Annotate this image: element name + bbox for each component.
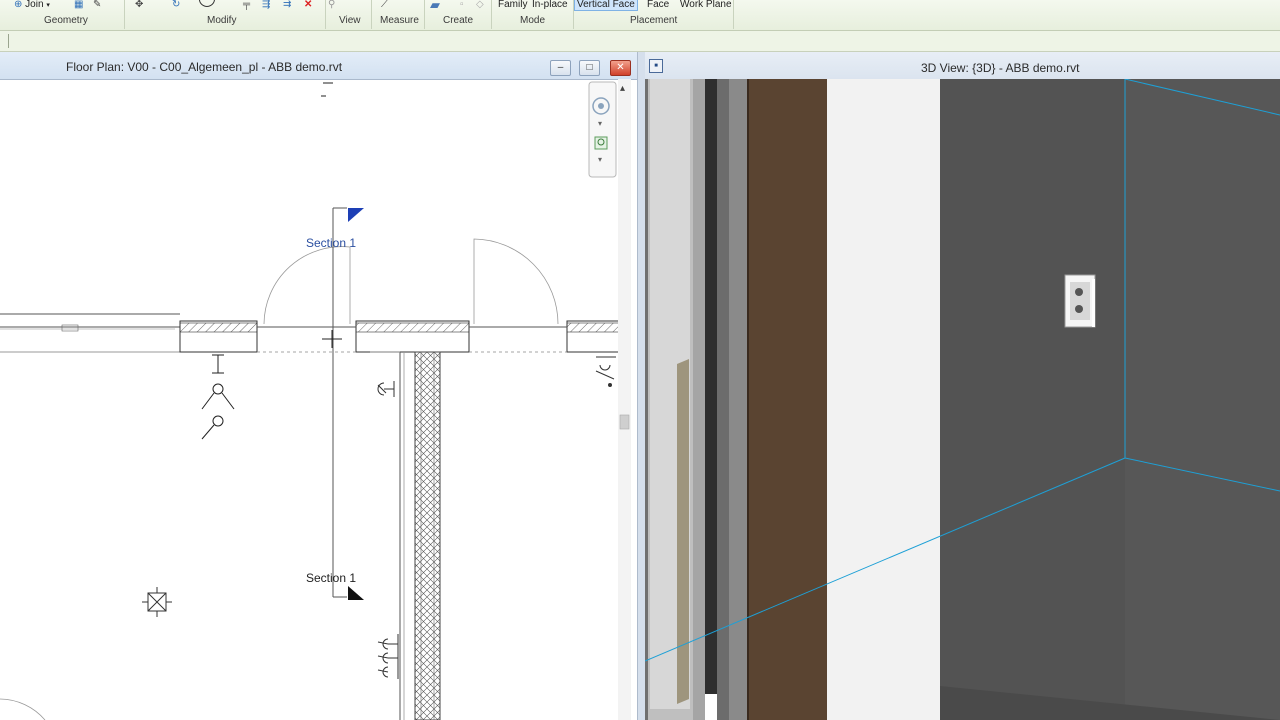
vertical-face-button[interactable]: Vertical Face — [574, 0, 638, 11]
group-label-measure: Measure — [380, 15, 419, 26]
section-label-top[interactable]: Section 1 — [306, 236, 356, 250]
3d-canvas[interactable] — [645, 79, 1280, 720]
restore-button[interactable]: □ — [579, 60, 600, 76]
section-head-marker[interactable] — [348, 208, 364, 222]
light-switch-symbol[interactable] — [201, 354, 235, 440]
align-icon[interactable]: ╤ — [243, 0, 250, 10]
join-button[interactable]: ⊕ Join ▾ — [14, 0, 50, 11]
chevron-down-icon[interactable]: ▾ — [598, 119, 602, 128]
crosshair-cursor — [322, 330, 342, 348]
chevron-down-icon: ▾ — [46, 2, 50, 9]
group-label-modify: Modify — [207, 15, 237, 26]
group-divider — [371, 0, 372, 29]
3d-view-titlebar[interactable]: ■ 3D View: {3D} - ABB demo.rvt — [645, 52, 1280, 80]
door-swing — [263, 246, 351, 325]
section-tail-marker[interactable] — [348, 586, 364, 600]
section-label-bottom[interactable]: Section 1 — [306, 571, 356, 585]
scroll-up-arrow[interactable]: ▴ — [620, 83, 625, 94]
group-divider — [491, 0, 492, 29]
scrollbar-thumb[interactable] — [619, 414, 630, 430]
chevron-down-icon[interactable]: ▾ — [598, 155, 602, 164]
in-place-button[interactable]: In-place — [532, 0, 568, 10]
options-bar-grip[interactable] — [8, 34, 9, 48]
move-icon[interactable]: ✥ — [135, 0, 143, 10]
cut-icon[interactable]: ▦ — [74, 0, 83, 10]
edit-family-button[interactable]: Family — [498, 0, 527, 10]
offset-icon[interactable]: ⇶ — [262, 0, 270, 10]
ribbon: ⊕ Join ▾ ▦ ✎ Geometry ✥ ↻ ◯ ╤ ⇶ ⇉ ✕ ⚲ Mo… — [0, 0, 1280, 31]
options-bar — [0, 31, 1280, 52]
group-label-placement: Placement — [630, 15, 678, 26]
door-panel — [748, 79, 827, 720]
group-label-create: Create — [443, 15, 474, 26]
door-swing — [473, 238, 559, 325]
door-swing — [0, 698, 46, 720]
electrical-outlet-icon[interactable] — [1064, 274, 1096, 328]
white-wall — [827, 79, 940, 720]
floor-plan-view[interactable]: Floor Plan: V00 - C00_Algemeen_pl - ABB … — [0, 52, 638, 720]
floor-plan-title: Floor Plan: V00 - C00_Algemeen_pl - ABB … — [66, 60, 343, 74]
outlet-symbol-right[interactable] — [595, 356, 616, 387]
revit-view-icon: ■ — [649, 59, 663, 73]
group-label-view: View — [339, 15, 361, 26]
create-group-icon[interactable]: ◇ — [476, 0, 484, 10]
junction-box-symbol[interactable] — [142, 587, 172, 617]
outlet-symbol[interactable] — [377, 381, 395, 397]
minimize-button[interactable]: – — [550, 60, 571, 76]
close-button[interactable]: ✕ — [610, 60, 631, 76]
navigation-bar[interactable]: ▾ ▾ — [588, 81, 617, 178]
group-label-mode: Mode — [520, 15, 546, 26]
face-button[interactable]: Face — [647, 0, 669, 10]
group-divider — [124, 0, 125, 29]
3d-view[interactable]: ■ 3D View: {3D} - ABB demo.rvt — [645, 52, 1280, 720]
rotate-icon[interactable]: ↻ — [172, 0, 180, 10]
floor-plan-titlebar[interactable]: Floor Plan: V00 - C00_Algemeen_pl - ABB … — [0, 52, 637, 80]
create-part-icon[interactable]: ▫ — [460, 0, 464, 10]
measure-icon[interactable]: ⟋ — [381, 0, 388, 10]
3d-view-title: 3D View: {3D} - ABB demo.rvt — [921, 61, 1080, 75]
interior-wall — [370, 351, 441, 720]
group-divider — [325, 0, 326, 29]
vertical-scrollbar[interactable]: ▴ — [618, 79, 631, 720]
floor-plan-canvas[interactable]: Section 1 Section 1 ▾ ▾ ▴ — [0, 79, 637, 720]
circle-icon[interactable]: ◯ — [198, 0, 216, 7]
group-label-geometry: Geometry — [44, 15, 88, 26]
create-icon[interactable]: ▰ — [430, 0, 440, 11]
mirror-icon[interactable]: ⇉ — [283, 0, 291, 10]
delete-icon[interactable]: ✕ — [304, 0, 312, 10]
join-icon: ⊕ — [14, 0, 23, 10]
group-divider — [733, 0, 734, 29]
pin-icon[interactable]: ⚲ — [328, 0, 335, 10]
outlet-group-symbol[interactable] — [377, 634, 399, 679]
work-plane-button[interactable]: Work Plane — [680, 0, 732, 10]
exterior-wall — [0, 313, 623, 353]
group-divider — [424, 0, 425, 29]
join-label: Join — [25, 0, 44, 10]
wall-joins-icon[interactable]: ✎ — [93, 0, 101, 10]
